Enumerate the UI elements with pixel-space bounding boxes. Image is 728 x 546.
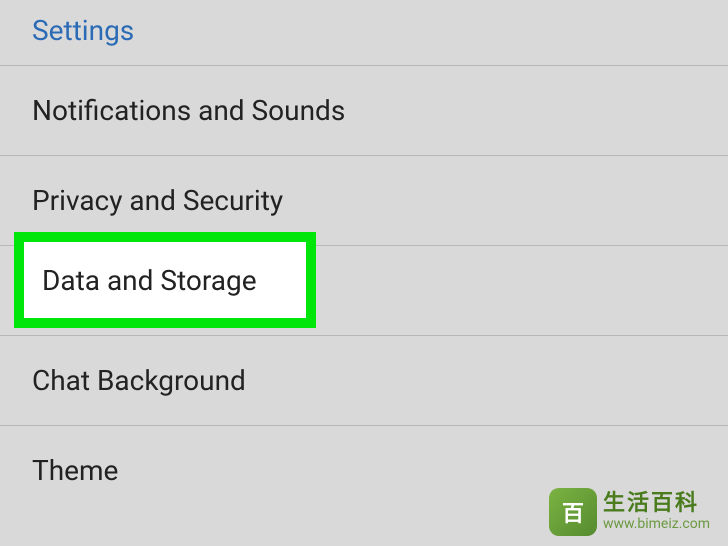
item-label: Privacy and Security [32,184,283,217]
watermark-logo-icon: 百 [549,488,597,536]
watermark-cn: 生活百科 [603,493,710,515]
item-label: Chat Background [32,364,246,397]
settings-item-chat-background[interactable]: Chat Background [0,335,728,425]
watermark-url: www.bimeiz.com [603,517,710,531]
settings-item-notifications[interactable]: Notifications and Sounds [0,65,728,155]
watermark-text: 生活百科 www.bimeiz.com [603,493,710,531]
highlight-overlay: Data and Storage [14,232,316,328]
watermark: 百 生活百科 www.bimeiz.com [549,488,710,536]
highlight-label: Data and Storage [42,264,257,297]
item-label: Theme [32,454,118,487]
item-label: Notifications and Sounds [32,94,345,127]
settings-section-header: Settings [0,0,728,65]
